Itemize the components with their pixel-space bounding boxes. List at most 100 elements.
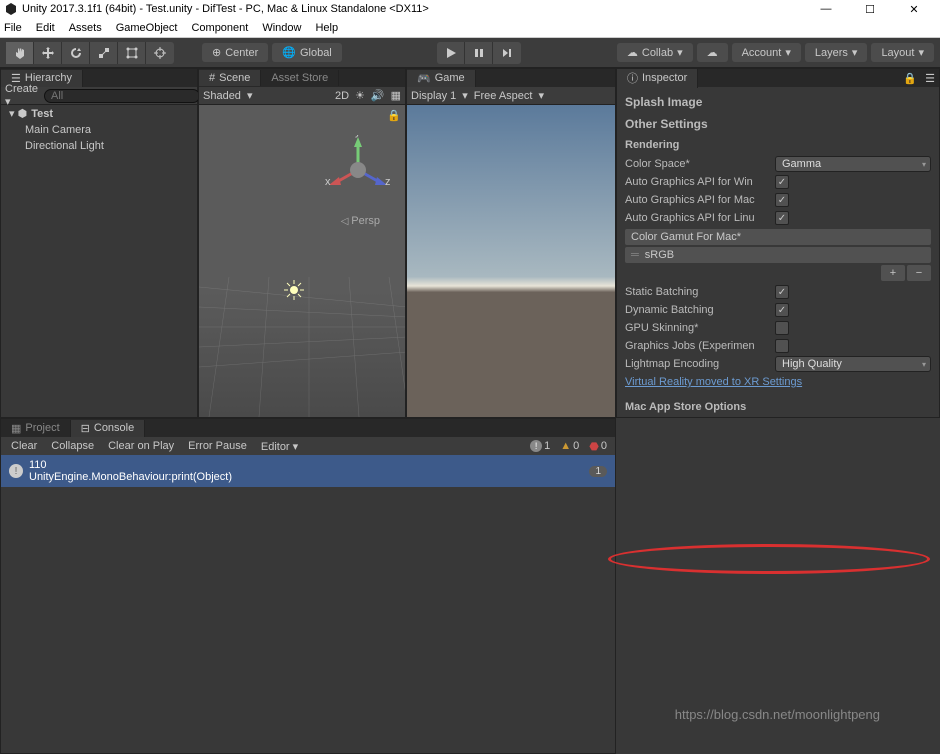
svg-text:z: z [385, 176, 391, 188]
layout-dropdown[interactable]: Layout ▾ [871, 43, 934, 62]
svg-text:y: y [355, 135, 361, 138]
shading-dropdown[interactable]: Shaded [203, 90, 241, 102]
err-count[interactable]: ⬣ 0 [585, 439, 611, 454]
link-vr-settings[interactable]: Virtual Reality moved to XR Settings [625, 376, 802, 388]
tab-project[interactable]: ▦ Project [1, 420, 71, 437]
persp-label[interactable]: ◁ Persp [341, 215, 380, 227]
menubar: File Edit Assets GameObject Component Wi… [0, 18, 940, 38]
tab-inspector[interactable]: ⓘ Inspector [617, 68, 698, 88]
display-dropdown[interactable]: Display 1 [411, 90, 456, 102]
checkbox-graphics-jobs[interactable] [775, 339, 789, 353]
light-icon[interactable]: ☀ [355, 89, 365, 102]
console-msg-text: UnityEngine.MonoBehaviour:print(Object) [29, 471, 232, 483]
menu-component[interactable]: Component [191, 22, 248, 34]
console-collapse[interactable]: Collapse [45, 438, 100, 454]
info-icon: ! [530, 440, 542, 452]
checkbox-dynamic-batching[interactable]: ✓ [775, 303, 789, 317]
label-graphics-jobs: Graphics Jobs (Experimen [625, 340, 775, 352]
scale-tool[interactable] [90, 42, 118, 64]
menu-window[interactable]: Window [262, 22, 301, 34]
warn-icon: ▲ [560, 440, 571, 452]
inspector-panel: ⓘ Inspector 🔒☰ Splash Image Other Setting… [616, 68, 940, 418]
orientation-gizmo[interactable]: y x z [323, 135, 393, 205]
fx-icon[interactable]: ▦ [391, 89, 401, 102]
tab-console[interactable]: ⊟ Console [71, 420, 146, 437]
menu-assets[interactable]: Assets [69, 22, 102, 34]
hierarchy-item[interactable]: Directional Light [1, 138, 197, 154]
console-msg-number: 110 [29, 459, 232, 471]
account-dropdown[interactable]: Account ▾ [732, 43, 801, 62]
rotate-tool[interactable] [62, 42, 90, 64]
game-panel: 🎮 Game Display 1▾ Free Aspect▾ [406, 68, 616, 418]
hand-tool[interactable] [6, 42, 34, 64]
hierarchy-item[interactable]: Main Camera [1, 122, 197, 138]
collab-icon: ☁ [627, 46, 638, 59]
hierarchy-search[interactable] [44, 89, 200, 103]
tab-asset-store[interactable]: Asset Store [261, 70, 339, 86]
warn-count[interactable]: ▲ 0 [556, 439, 583, 453]
info-count[interactable]: ! 1 [526, 439, 554, 453]
unity-scene-icon: ▾ ⬢ [9, 107, 27, 120]
maximize-button[interactable]: ☐ [858, 3, 882, 16]
titlebar: Unity 2017.3.1f1 (64bit) - Test.unity - … [0, 0, 940, 18]
pivot-center-toggle[interactable]: ⊕Center [202, 43, 268, 62]
svg-text:x: x [325, 176, 331, 188]
lock-icon[interactable]: 🔒 [387, 109, 401, 122]
step-button[interactable] [493, 42, 521, 64]
layers-dropdown[interactable]: Layers ▾ [805, 43, 868, 62]
menu-edit[interactable]: Edit [36, 22, 55, 34]
pivot-global-toggle[interactable]: 🌐Global [272, 43, 342, 62]
label-auto-api-mac: Auto Graphics API for Mac [625, 194, 775, 206]
checkbox-auto-api-win[interactable]: ✓ [775, 175, 789, 189]
menu-file[interactable]: File [4, 22, 22, 34]
section-rendering: Rendering [625, 135, 931, 155]
label-static-batching: Static Batching [625, 286, 775, 298]
label-auto-api-linux: Auto Graphics API for Linu [625, 212, 775, 224]
menu-gameobject[interactable]: GameObject [116, 22, 178, 34]
scene-viewport[interactable]: y x z 🔒 ◁ Persp [199, 105, 405, 417]
checkbox-gpu-skinning[interactable] [775, 321, 789, 335]
cloud-button[interactable]: ☁ [697, 43, 728, 62]
collab-dropdown[interactable]: ☁Collab ▾ [617, 43, 693, 62]
checkbox-static-batching[interactable]: ✓ [775, 285, 789, 299]
game-viewport[interactable] [407, 105, 615, 417]
tab-game[interactable]: 🎮 Game [407, 70, 476, 87]
info-icon: ! [9, 464, 23, 478]
console-clear-on-play[interactable]: Clear on Play [102, 438, 180, 454]
panel-menu-icon[interactable]: ☰ [921, 72, 939, 85]
lock-icon[interactable]: 🔒 [899, 72, 921, 85]
dropdown-color-space[interactable]: Gamma [775, 156, 931, 172]
menu-help[interactable]: Help [315, 22, 338, 34]
color-gamut-header: Color Gamut For Mac* [625, 229, 931, 245]
checkbox-auto-api-mac[interactable]: ✓ [775, 193, 789, 207]
checkbox-auto-api-linux[interactable]: ✓ [775, 211, 789, 225]
transform-tool[interactable] [146, 42, 174, 64]
pause-button[interactable] [465, 42, 493, 64]
console-error-pause[interactable]: Error Pause [182, 438, 253, 454]
remove-button[interactable]: − [907, 265, 931, 281]
main-toolbar: ⊕Center 🌐Global ☁Collab ▾ ☁ Account ▾ La… [0, 38, 940, 68]
close-button[interactable]: ✕ [902, 3, 926, 16]
color-gamut-item[interactable]: ═ sRGB [625, 247, 931, 263]
tab-scene[interactable]: # Scene [199, 70, 261, 86]
rect-tool[interactable] [118, 42, 146, 64]
label-auto-api-win: Auto Graphics API for Win [625, 176, 775, 188]
console-msg-count: 1 [589, 466, 607, 477]
dropdown-lightmap-encoding[interactable]: High Quality [775, 356, 931, 372]
aspect-dropdown[interactable]: Free Aspect [474, 90, 533, 102]
move-tool[interactable] [34, 42, 62, 64]
play-button[interactable] [437, 42, 465, 64]
section-other-settings[interactable]: Other Settings [625, 113, 931, 135]
console-clear[interactable]: Clear [5, 438, 43, 454]
minimize-button[interactable]: — [814, 3, 838, 16]
console-editor-dropdown[interactable]: Editor ▾ [255, 438, 304, 455]
console-message[interactable]: ! 110 UnityEngine.MonoBehaviour:print(Ob… [1, 455, 615, 487]
add-button[interactable]: + [881, 265, 905, 281]
audio-icon[interactable]: 🔊 [371, 89, 385, 102]
section-splash-image[interactable]: Splash Image [625, 91, 931, 113]
scene-root[interactable]: ▾ ⬢ Test [1, 105, 197, 122]
label-gpu-skinning: GPU Skinning* [625, 322, 775, 334]
2d-toggle[interactable]: 2D [335, 90, 349, 102]
scene-panel: # Scene Asset Store Shaded▾ 2D ☀ 🔊 ▦ y x… [198, 68, 406, 418]
hierarchy-panel: ☰ Hierarchy Create ▾ ▾ ⬢ Test Main Camer… [0, 68, 198, 418]
